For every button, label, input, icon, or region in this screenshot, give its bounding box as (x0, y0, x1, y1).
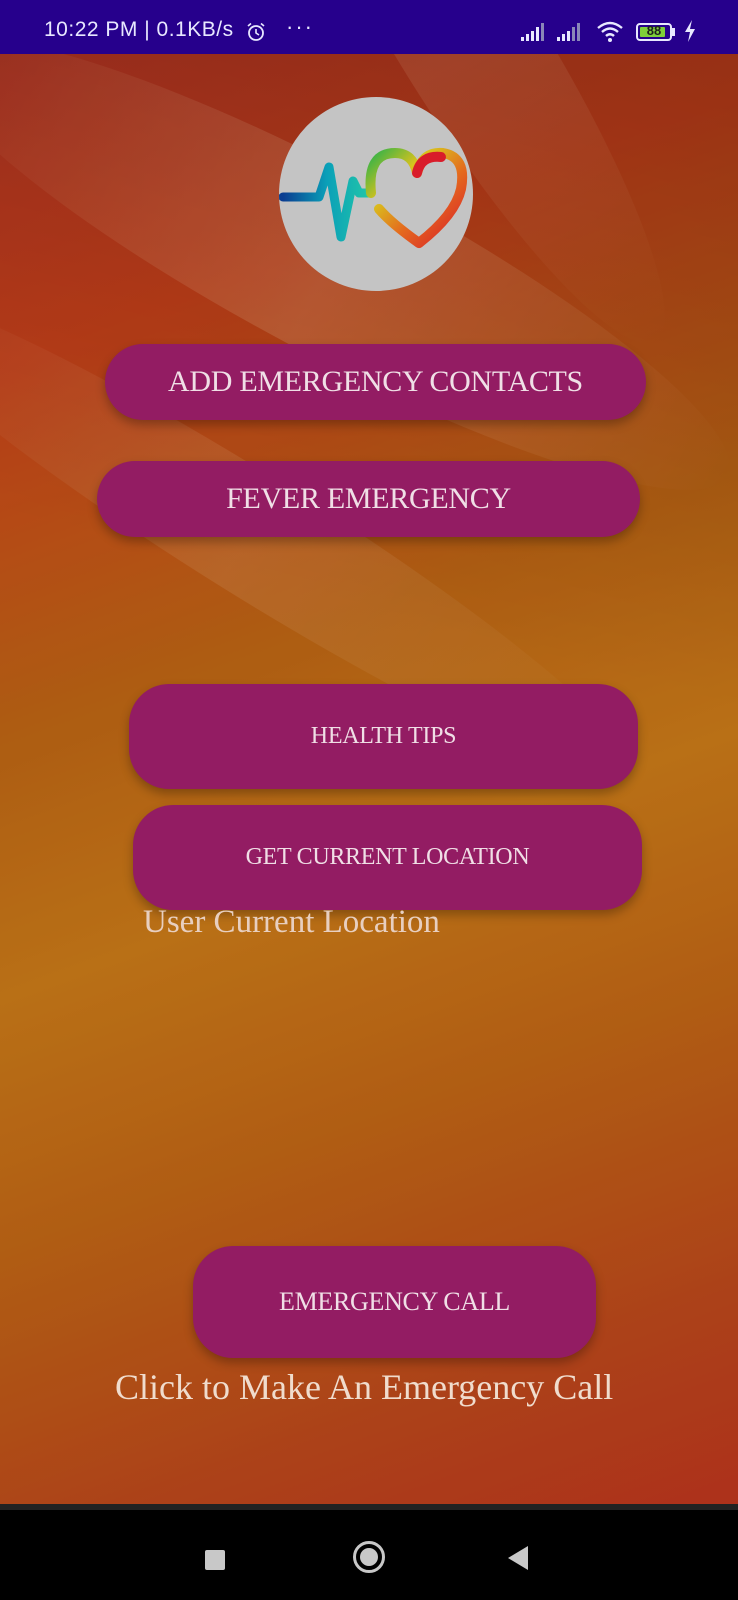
emergency-call-caption: Click to Make An Emergency Call (115, 1367, 614, 1407)
network-speed: 0.1KB/s (156, 18, 234, 41)
alarm-clock-icon (247, 22, 265, 41)
heartbeat-heart-logo (279, 147, 468, 248)
signal-icon (557, 23, 580, 41)
fever-emergency-button[interactable]: FEVER EMERGENCY (97, 461, 640, 537)
wifi-icon (597, 21, 623, 42)
status-separator: | (144, 18, 151, 41)
battery-level: 88 (646, 23, 662, 38)
get-current-location-button[interactable]: GET CURRENT LOCATION (133, 805, 642, 910)
more-dots-icon: ··· (286, 14, 314, 39)
circle-home-icon[interactable] (352, 1540, 386, 1574)
battery-tip (672, 28, 675, 36)
user-location-text: User Current Location (143, 904, 440, 940)
signal-icon (521, 23, 544, 41)
navigation-bar (0, 1504, 738, 1600)
status-time: 10:22 PM | 0.1KB/s (44, 18, 234, 42)
status-bar: 10:22 PM | 0.1KB/s ··· 88 (0, 0, 738, 54)
app-background: ADD EMERGENCY CONTACTS FEVER EMERGENCY H… (0, 54, 738, 1504)
health-tips-button[interactable]: HEALTH TIPS (129, 684, 638, 789)
app-logo (279, 97, 473, 291)
charging-bolt-icon (685, 20, 695, 42)
add-emergency-contacts-button[interactable]: ADD EMERGENCY CONTACTS (105, 344, 646, 420)
triangle-back-icon[interactable] (506, 1544, 530, 1572)
battery-icon: 88 (636, 23, 672, 41)
square-recents-icon[interactable] (205, 1550, 225, 1570)
clock-text: 10:22 PM (44, 18, 138, 41)
emergency-call-button[interactable]: EMERGENCY CALL (193, 1246, 596, 1358)
